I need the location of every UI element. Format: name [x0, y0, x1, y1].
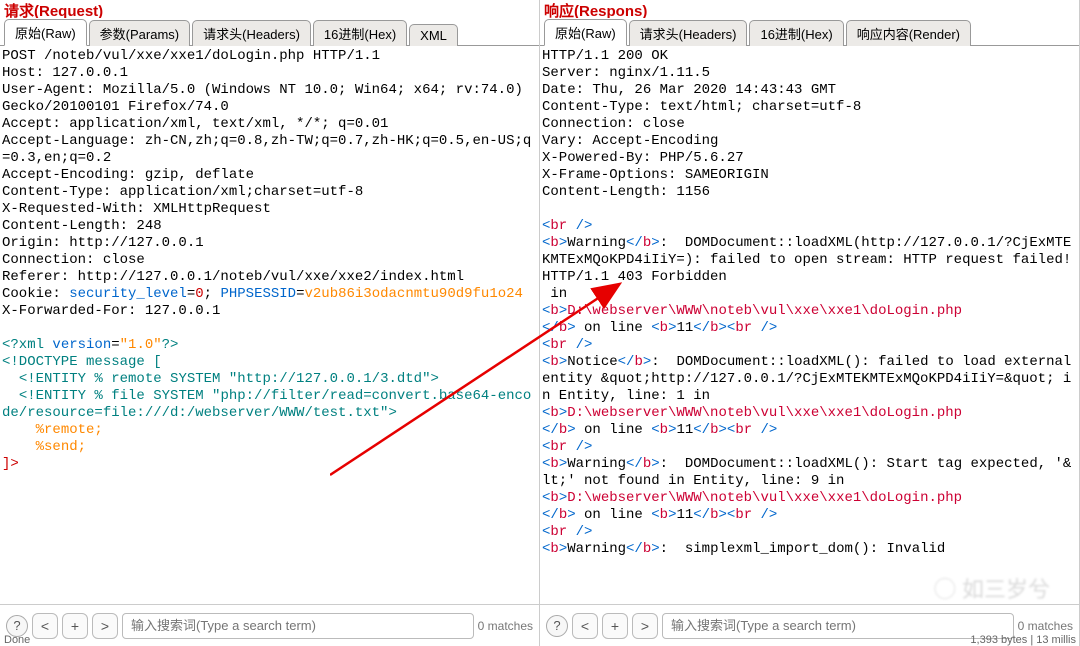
- request-tab-1[interactable]: 参数(Params): [89, 20, 190, 46]
- request-tab-2[interactable]: 请求头(Headers): [192, 20, 311, 46]
- response-searchbar: ? < + > 0 matches: [540, 604, 1079, 646]
- next-match-button[interactable]: >: [92, 613, 118, 639]
- response-tab-0[interactable]: 原始(Raw): [544, 19, 627, 46]
- response-pane: 响应(Respons) 原始(Raw)请求头(Headers)16进制(Hex)…: [540, 0, 1080, 646]
- response-title: 响应(Respons): [540, 0, 1079, 18]
- response-raw-content[interactable]: HTTP/1.1 200 OKServer: nginx/1.11.5Date:…: [540, 46, 1079, 604]
- help-button[interactable]: ?: [6, 615, 28, 637]
- request-tab-0[interactable]: 原始(Raw): [4, 19, 87, 46]
- response-tab-1[interactable]: 请求头(Headers): [629, 20, 748, 46]
- request-tab-3[interactable]: 16进制(Hex): [313, 20, 407, 46]
- add-button[interactable]: +: [62, 613, 88, 639]
- response-tabs: 原始(Raw)请求头(Headers)16进制(Hex)响应内容(Render): [540, 18, 1079, 46]
- request-title: 请求(Request): [0, 0, 539, 18]
- response-tab-3[interactable]: 响应内容(Render): [846, 20, 971, 46]
- request-raw-content[interactable]: POST /noteb/vul/xxe/xxe1/doLogin.php HTT…: [0, 46, 539, 604]
- app-root: 请求(Request) 原始(Raw)参数(Params)请求头(Headers…: [0, 0, 1080, 646]
- request-tab-4[interactable]: XML: [409, 24, 458, 46]
- add-button[interactable]: +: [602, 613, 628, 639]
- search-input[interactable]: [662, 613, 1014, 639]
- match-count: 0 matches: [478, 619, 533, 633]
- prev-match-button[interactable]: <: [32, 613, 58, 639]
- request-pane: 请求(Request) 原始(Raw)参数(Params)请求头(Headers…: [0, 0, 540, 646]
- prev-match-button[interactable]: <: [572, 613, 598, 639]
- request-searchbar: ? < + > 0 matches: [0, 604, 539, 646]
- match-count: 0 matches: [1018, 619, 1073, 633]
- help-button[interactable]: ?: [546, 615, 568, 637]
- response-tab-2[interactable]: 16进制(Hex): [749, 20, 843, 46]
- search-input[interactable]: [122, 613, 474, 639]
- request-tabs: 原始(Raw)参数(Params)请求头(Headers)16进制(Hex)XM…: [0, 18, 539, 46]
- next-match-button[interactable]: >: [632, 613, 658, 639]
